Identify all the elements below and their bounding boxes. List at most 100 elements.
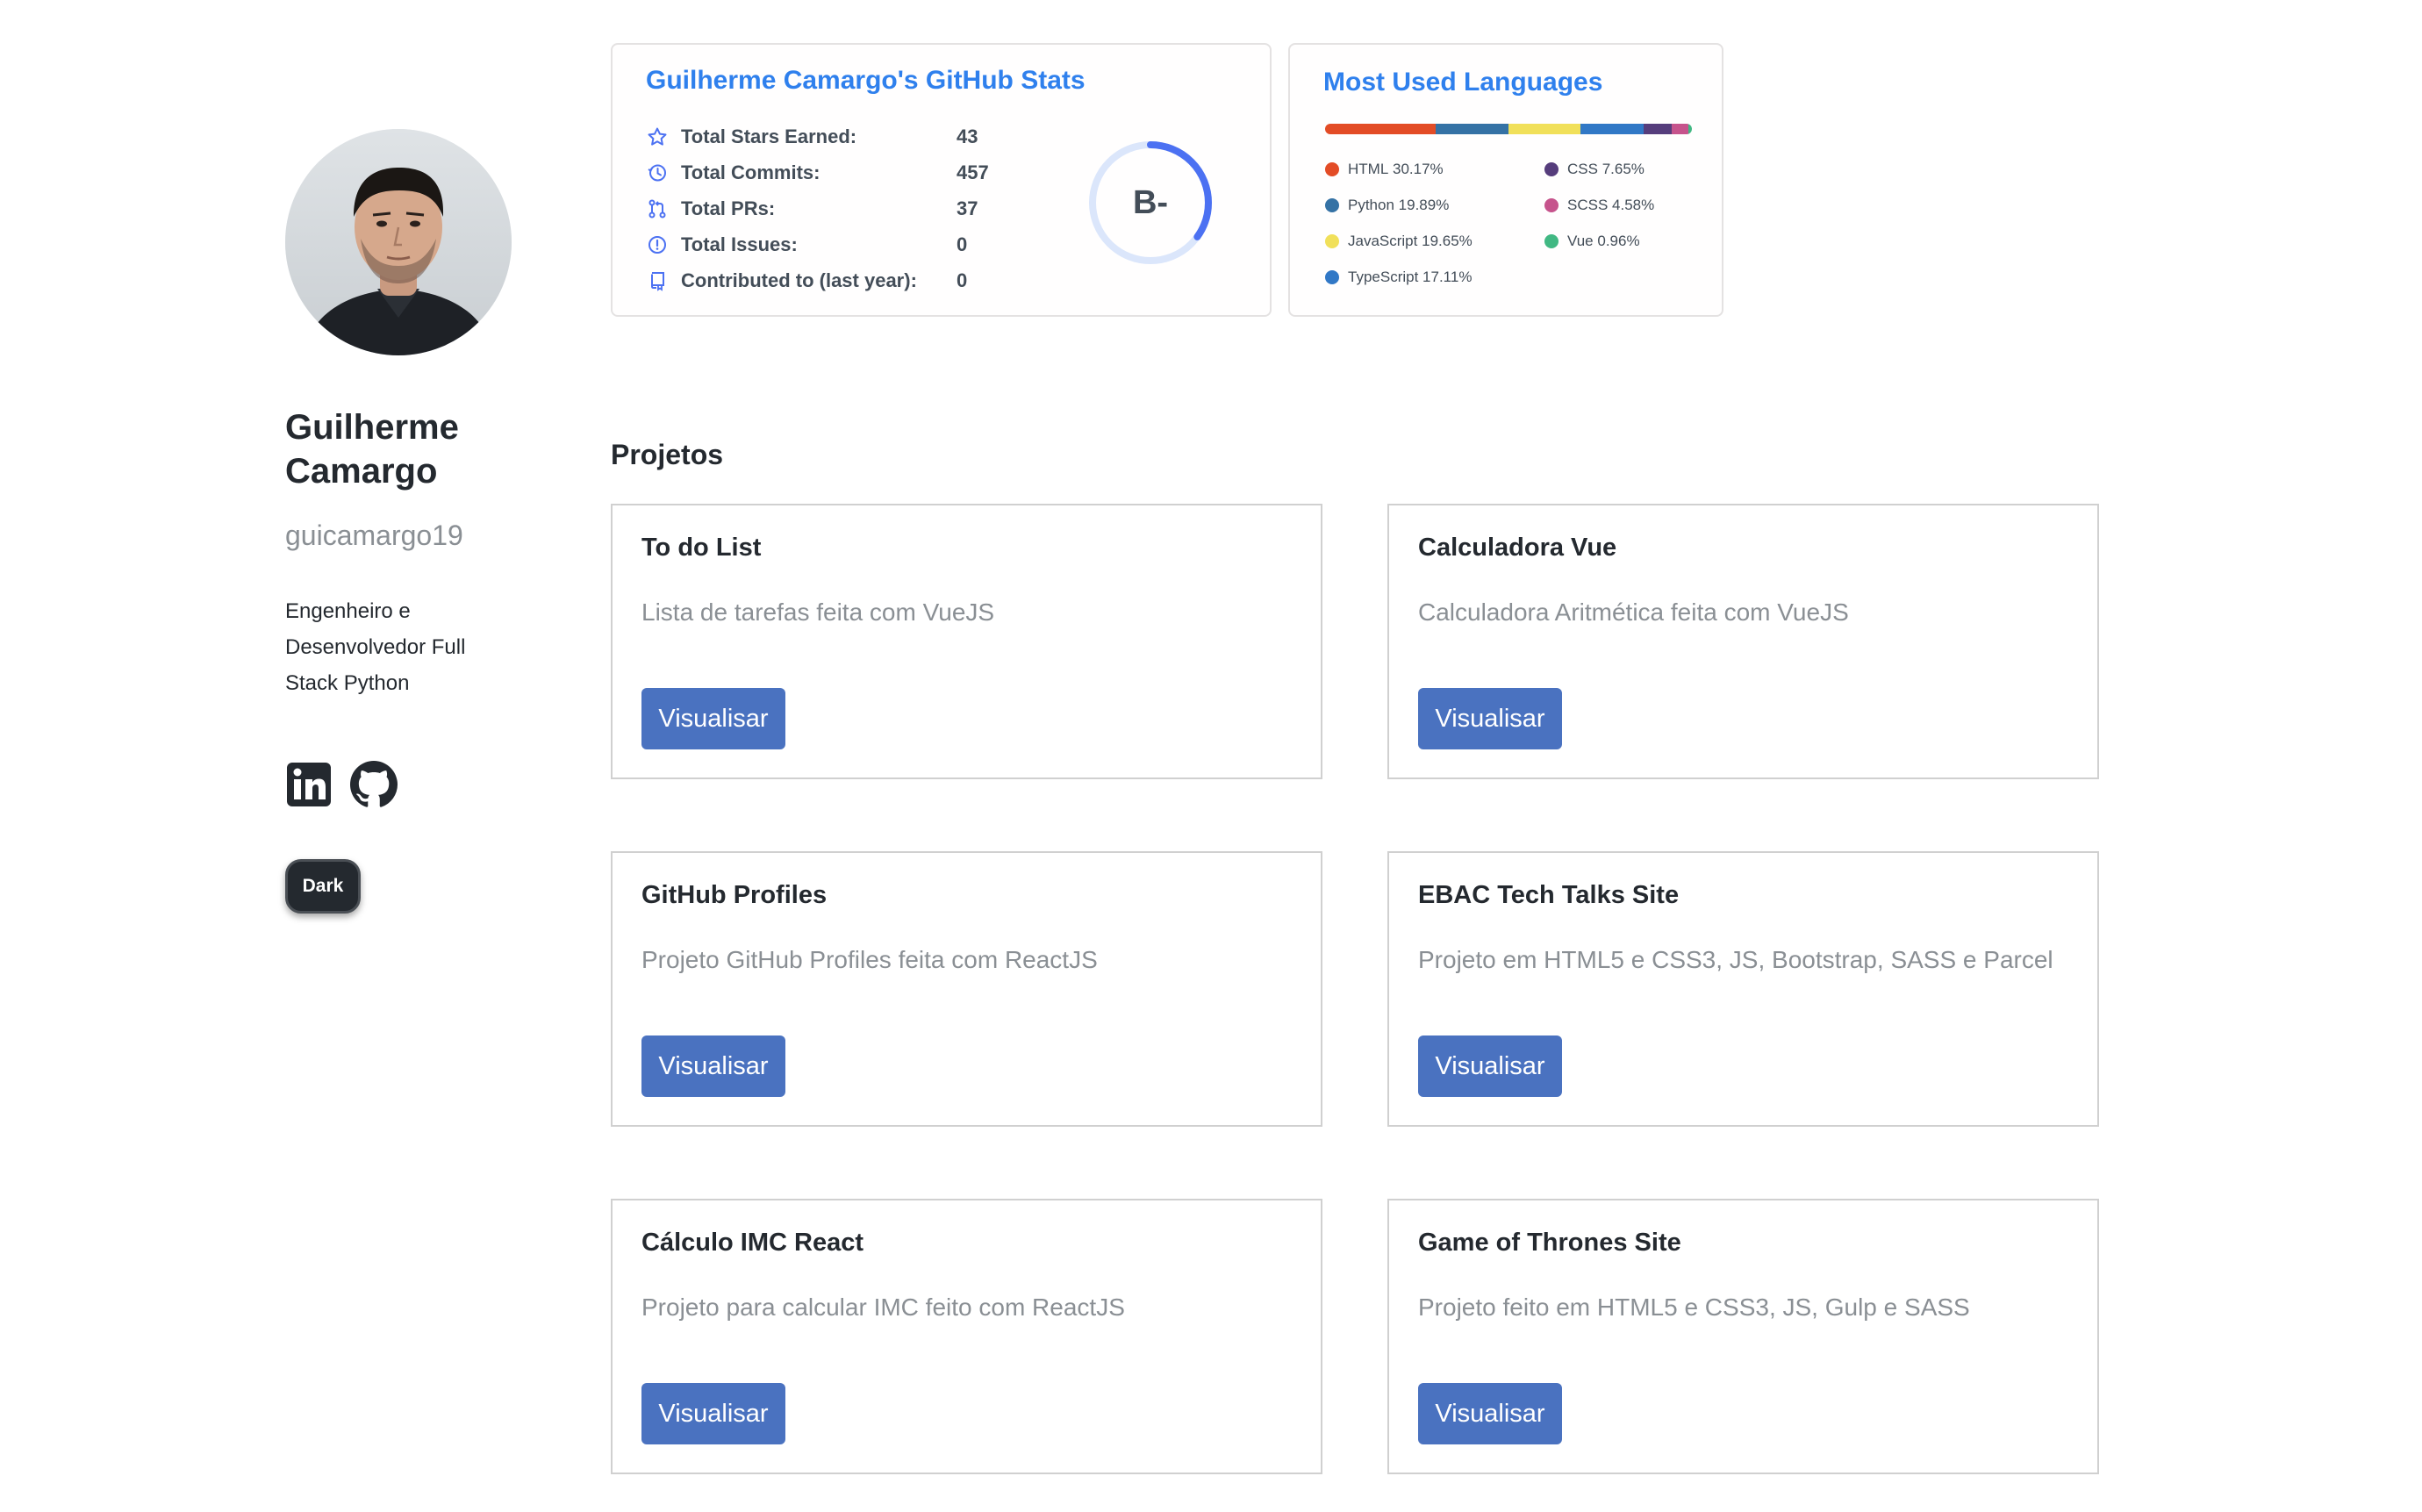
stat-label: Contributed to (last year):	[681, 269, 917, 291]
language-dot	[1325, 234, 1339, 248]
projects-heading: Projetos	[611, 439, 724, 470]
language-bar-segment	[1325, 124, 1437, 134]
view-project-button[interactable]: Visualisar	[641, 1383, 785, 1444]
language-bar-segment	[1671, 124, 1688, 134]
view-project-button[interactable]: Visualisar	[641, 688, 785, 749]
avatar-photo	[285, 129, 512, 355]
language-dot	[1544, 198, 1559, 212]
project-card-calculo-imc: Cálculo IMC React Projeto para calcular …	[611, 1199, 1322, 1474]
language-percent: 7.65%	[1602, 161, 1645, 177]
project-title: GitHub Profiles	[641, 881, 828, 909]
language-item-html: HTML 30.17%	[1325, 159, 1544, 180]
project-description: Calculadora Aritmética feita com VueJS	[1418, 598, 1849, 626]
stat-value: 37	[957, 197, 978, 219]
language-dot	[1325, 162, 1339, 176]
issue-icon	[646, 233, 669, 256]
language-name: Python	[1348, 197, 1394, 213]
language-name: TypeScript	[1348, 269, 1419, 285]
stat-value: 0	[957, 269, 968, 291]
project-description: Lista de tarefas feita com VueJS	[641, 598, 995, 626]
github-icon	[350, 761, 398, 807]
view-project-button[interactable]: Visualisar	[1418, 1035, 1562, 1097]
theme-toggle-button[interactable]: Dark	[285, 859, 361, 914]
project-title: Game of Thrones Site	[1418, 1229, 1681, 1257]
languages-card: Most Used Languages HTML 30.17% CSS 7.65…	[1288, 43, 1723, 317]
stats-list: Total Stars Earned: 43 Total Commits: 45…	[646, 118, 1027, 298]
history-icon	[646, 161, 669, 184]
language-name: SCSS	[1567, 197, 1609, 213]
github-link[interactable]	[350, 761, 398, 808]
language-dot	[1544, 234, 1559, 248]
linkedin-link[interactable]	[285, 761, 333, 808]
stat-label: Total Stars Earned:	[681, 125, 857, 147]
language-bar-segment	[1688, 124, 1692, 134]
language-bar-segment	[1643, 124, 1672, 134]
language-percent: 19.65%	[1422, 233, 1473, 249]
star-icon	[646, 125, 669, 148]
languages-title: Most Used Languages	[1323, 68, 1603, 97]
stats-title: Guilherme Camargo's GitHub Stats	[646, 66, 1086, 95]
project-card-game-of-thrones: Game of Thrones Site Projeto feito em HT…	[1387, 1199, 2099, 1474]
profile-name: Guilherme Camargo	[285, 408, 459, 491]
view-project-button[interactable]: Visualisar	[1418, 688, 1562, 749]
stat-label: Total Commits:	[681, 161, 820, 183]
stat-value: 0	[957, 233, 968, 255]
project-description: Projeto GitHub Profiles feita com ReactJ…	[641, 946, 1098, 973]
linkedin-icon	[287, 763, 331, 806]
language-name: HTML	[1348, 161, 1389, 177]
language-item-typescript: TypeScript 17.11%	[1325, 267, 1544, 288]
stat-row-prs: Total PRs: 37	[646, 190, 1027, 226]
language-bar-segment	[1508, 124, 1581, 134]
project-title: Calculadora Vue	[1418, 534, 1617, 562]
view-project-button[interactable]: Visualisar	[641, 1035, 785, 1097]
project-card-github-profiles: GitHub Profiles Projeto GitHub Profiles …	[611, 851, 1322, 1127]
language-item-python: Python 19.89%	[1325, 195, 1544, 216]
rank-ring: B-	[1085, 137, 1216, 269]
language-percent: 4.58%	[1612, 197, 1655, 213]
project-description: Projeto para calcular IMC feito com Reac…	[641, 1293, 1125, 1321]
language-name: JavaScript	[1348, 233, 1418, 249]
pull-request-icon	[646, 197, 669, 220]
profile-username: guicamargo19	[285, 520, 463, 551]
language-dot	[1325, 270, 1339, 284]
project-title: Cálculo IMC React	[641, 1229, 863, 1257]
github-stats-card: Guilherme Camargo's GitHub Stats Total S…	[611, 43, 1272, 317]
project-title: To do List	[641, 534, 762, 562]
view-project-button[interactable]: Visualisar	[1418, 1383, 1562, 1444]
portfolio-page: Guilherme Camargo guicamargo19 Engenheir…	[0, 0, 2422, 1512]
languages-legend: HTML 30.17% CSS 7.65% Python 19.89% SCSS…	[1325, 159, 1711, 303]
language-item-vue: Vue 0.96%	[1544, 231, 1711, 252]
project-card-ebac-tech-talks: EBAC Tech Talks Site Projeto em HTML5 e …	[1387, 851, 2099, 1127]
language-name: Vue	[1567, 233, 1594, 249]
stat-row-commits: Total Commits: 457	[646, 154, 1027, 190]
language-percent: 30.17%	[1393, 161, 1444, 177]
language-dot	[1544, 162, 1559, 176]
language-bar-segment	[1436, 124, 1509, 134]
language-item-scss: SCSS 4.58%	[1544, 195, 1711, 216]
project-description: Projeto em HTML5 e CSS3, JS, Bootstrap, …	[1418, 946, 2053, 973]
social-links	[285, 761, 531, 808]
project-title: EBAC Tech Talks Site	[1418, 881, 1680, 909]
language-percent: 17.11%	[1422, 269, 1473, 285]
project-card-calculadora-vue: Calculadora Vue Calculadora Aritmética f…	[1387, 504, 2099, 779]
language-percent: 19.89%	[1398, 197, 1450, 213]
stat-row-contributed: Contributed to (last year): 0	[646, 262, 1027, 298]
stat-label: Total Issues:	[681, 233, 798, 255]
language-bar-segment	[1580, 124, 1644, 134]
avatar	[285, 129, 512, 355]
language-percent: 0.96%	[1597, 233, 1640, 249]
languages-progress-bar	[1325, 124, 1692, 134]
language-dot	[1325, 198, 1339, 212]
language-item-javascript: JavaScript 19.65%	[1325, 231, 1544, 252]
profile-bio: Engenheiro e Desenvolvedor Full Stack Py…	[285, 599, 466, 695]
stat-row-stars: Total Stars Earned: 43	[646, 118, 1027, 154]
stat-value: 457	[957, 161, 989, 183]
rank-grade: B-	[1132, 183, 1169, 221]
language-item-css: CSS 7.65%	[1544, 159, 1711, 180]
stat-value: 43	[957, 125, 978, 147]
repo-icon	[646, 269, 669, 292]
project-card-todo-list: To do List Lista de tarefas feita com Vu…	[611, 504, 1322, 779]
language-name: CSS	[1567, 161, 1598, 177]
stat-row-issues: Total Issues: 0	[646, 226, 1027, 262]
profile-sidebar: Guilherme Camargo guicamargo19 Engenheir…	[285, 129, 531, 914]
